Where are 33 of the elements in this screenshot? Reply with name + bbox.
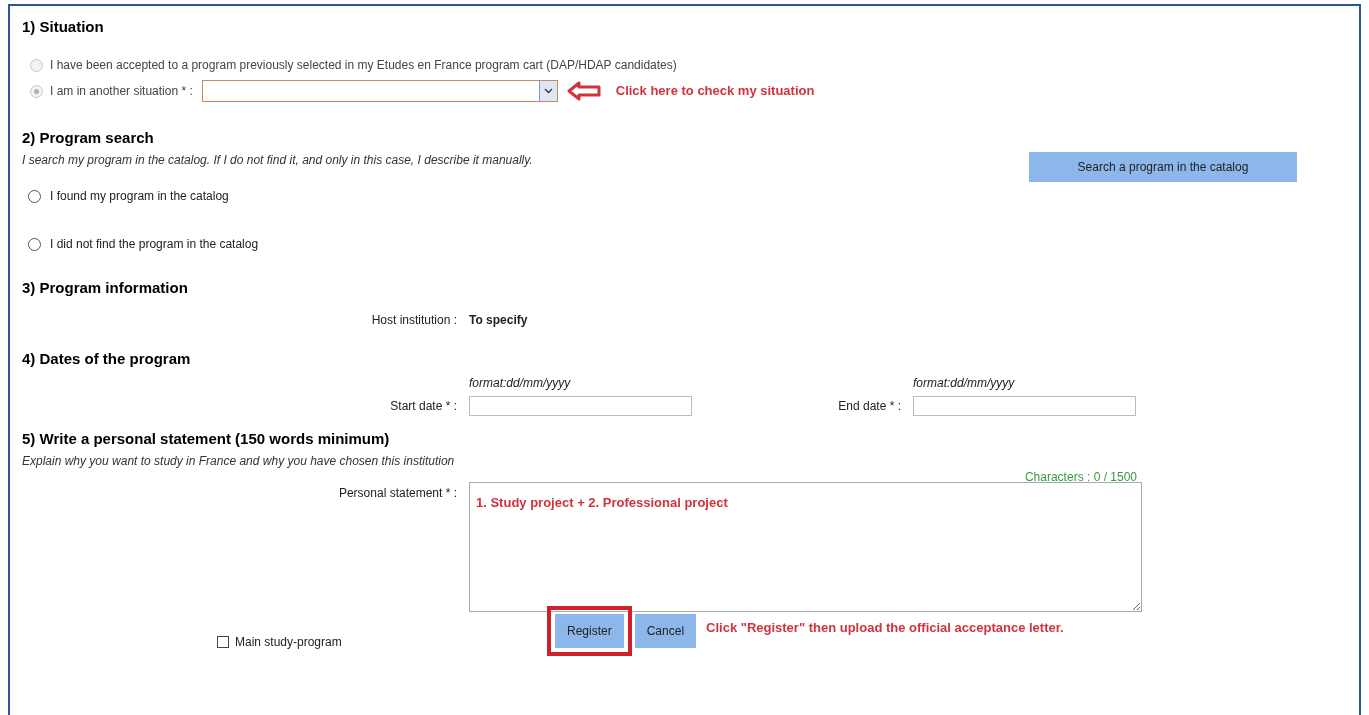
date-field[interactable] [469, 396, 692, 416]
main-program-checkbox[interactable]: Main study-program [217, 634, 547, 650]
field-value: To specify [469, 312, 528, 329]
option-label: I found my program in the catalog [50, 188, 229, 205]
section-heading: 2) Program search [22, 128, 155, 147]
option-label: I am in another situation * : [50, 83, 193, 100]
form-button[interactable]: Register [555, 614, 624, 648]
field-label: Personal statement * : [338, 485, 457, 502]
situation-dropdown[interactable] [201, 80, 558, 102]
arrow-left-icon [566, 81, 601, 101]
date-field[interactable] [913, 396, 1136, 416]
section-heading: 5) Write a personal statement (150 words minimum) [22, 429, 391, 448]
search-catalog-button[interactable]: Search a program in the catalog [1029, 152, 1297, 182]
section-heading: 4) Dates of the program [22, 349, 192, 368]
hint-text: Explain why you want to study in France and why you have chosen this institution [22, 453, 456, 468]
section-heading: 1) Situation [22, 17, 105, 36]
field-label: Host institution : [371, 312, 457, 329]
form-button[interactable]: Cancel [634, 614, 697, 648]
radio-button[interactable] [28, 237, 41, 251]
format-hint: format:dd/mm/yyyy [469, 375, 571, 390]
option-label: I did not find the program in the catalog [50, 236, 259, 253]
option-label: I have been accepted to a program previously selected in my Etudes en France program cart (DAP/HDAP candidates) [50, 57, 677, 74]
hint-text: I search my program in the catalog. If I do not find it, and only in this case, I describe it manually. [22, 152, 533, 169]
annotation-text: Click "Register" then upload the official acceptance letter. [706, 619, 1064, 637]
statement-field[interactable]: 1. Study project + 2. Professional project [469, 482, 1142, 612]
format-hint: format:dd/mm/yyyy [913, 375, 1015, 390]
annotation-text: Click here to check my situation [615, 82, 815, 101]
chevron-down-icon [543, 88, 553, 94]
field-label: Start date * : [390, 398, 457, 415]
section-heading: 3) Program information [22, 278, 189, 297]
field-label: End date * : [838, 398, 901, 415]
character-counter: Characters : 0 / 1500 [1024, 469, 1137, 482]
radio-button[interactable] [28, 189, 41, 203]
